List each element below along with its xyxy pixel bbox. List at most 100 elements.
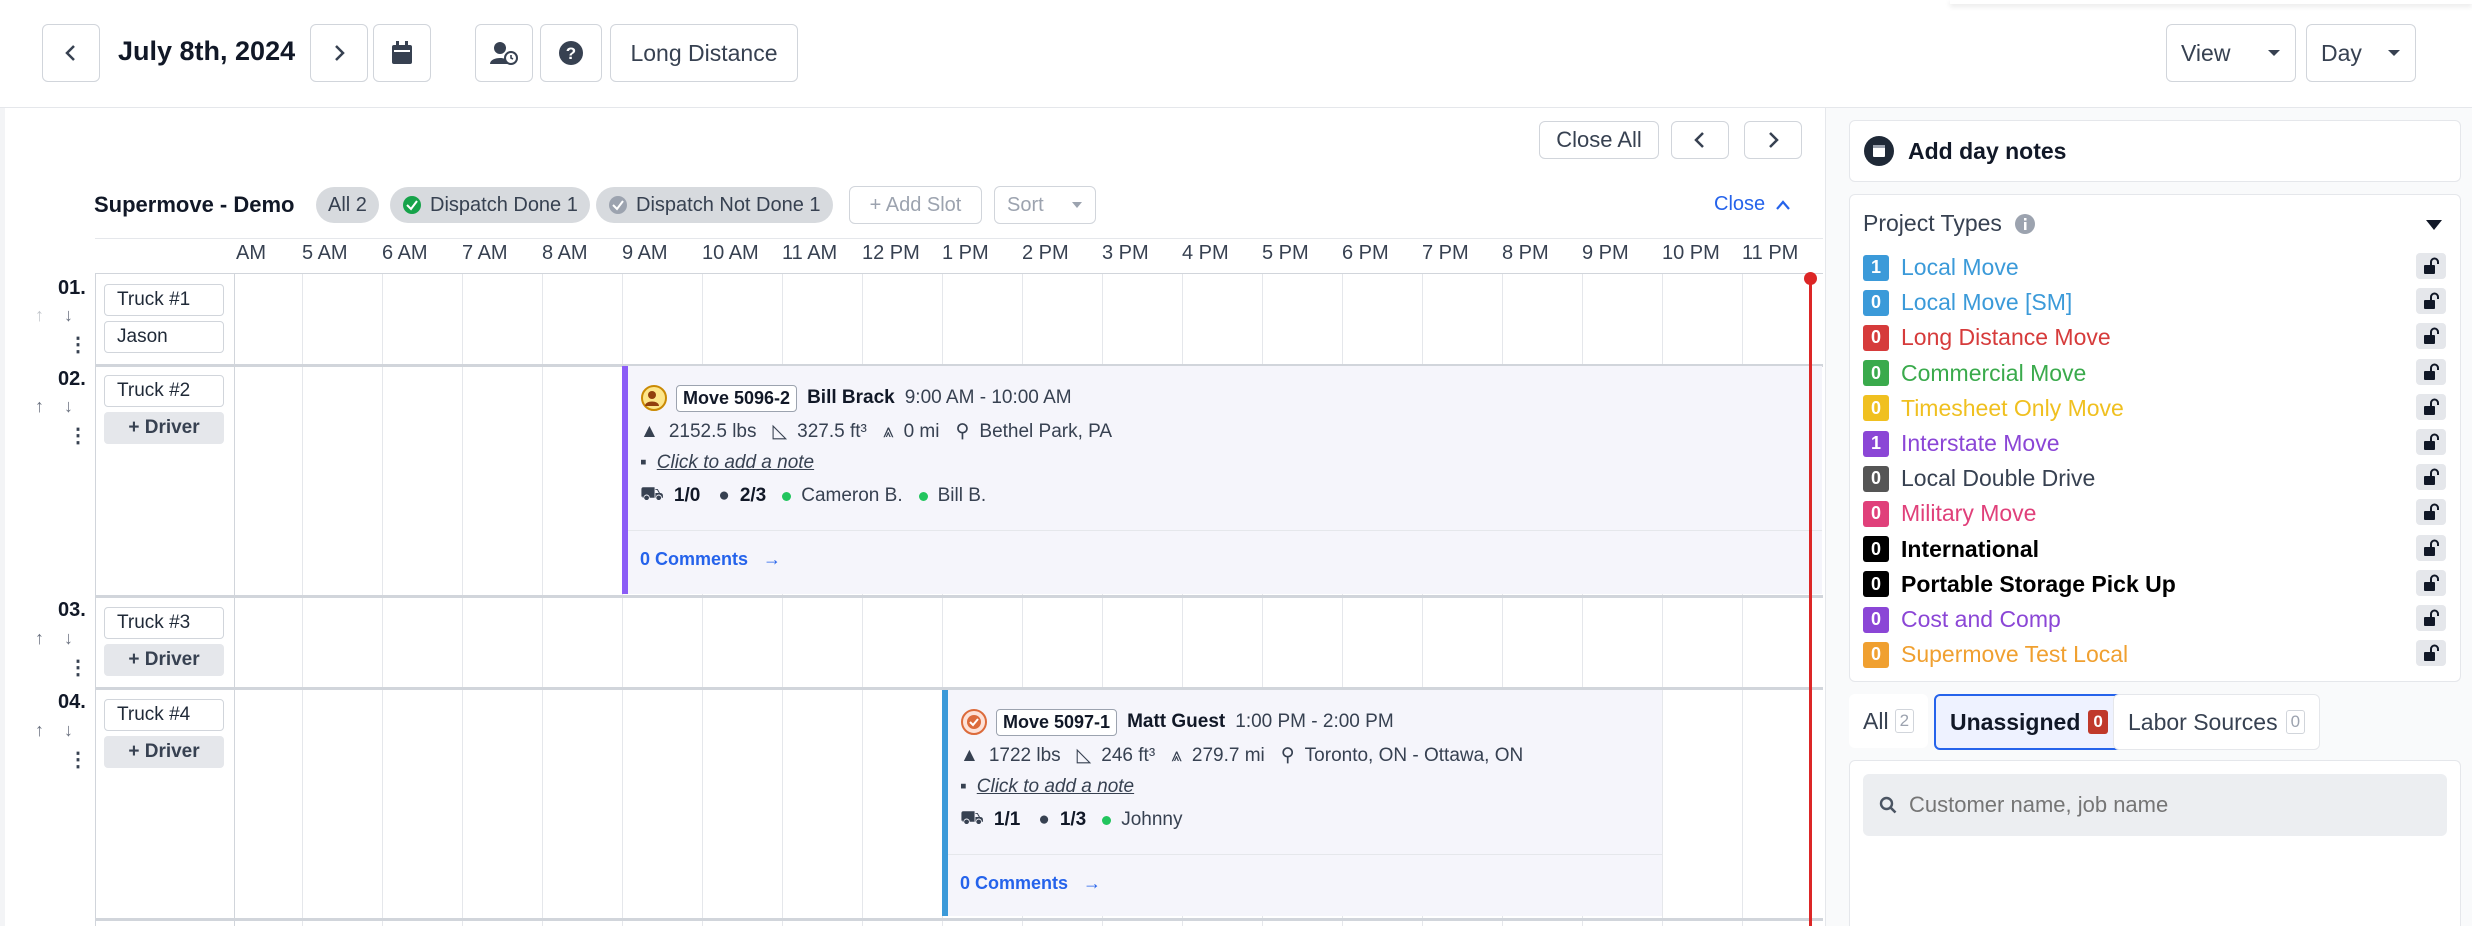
unlock-icon[interactable]: [2416, 464, 2446, 491]
more-options-icon[interactable]: ⋮: [68, 655, 88, 680]
project-type-count: 1: [1863, 254, 1889, 281]
project-type-item[interactable]: 0 Long Distance Move: [1863, 324, 2111, 351]
project-type-item[interactable]: 1 Interstate Move: [1863, 430, 2060, 457]
close-all-button[interactable]: Close All: [1539, 121, 1659, 159]
move-up-icon[interactable]: ↑: [35, 396, 44, 417]
move-badge: Move 5097-1: [996, 708, 1118, 736]
project-type-label: Cost and Comp: [1901, 606, 2061, 632]
truck-field[interactable]: Truck #2: [104, 375, 224, 407]
more-options-icon[interactable]: ⋮: [68, 332, 88, 357]
add-slot-button[interactable]: + Add Slot: [849, 186, 982, 224]
move-up-icon[interactable]: ↑: [35, 720, 44, 741]
truck-field[interactable]: Truck #1: [104, 284, 224, 316]
add-note-link[interactable]: Click to add a note: [657, 452, 814, 474]
project-type-label: Supermove Test Local: [1901, 641, 2129, 668]
move-down-icon[interactable]: ↓: [64, 396, 73, 417]
job-header: Move 5096-2 Bill Brack 9:00 AM - 10:00 A…: [640, 384, 1072, 412]
filter-dispatch-not-done[interactable]: Dispatch Not Done 1: [596, 187, 833, 223]
move-down-icon[interactable]: ↓: [64, 720, 73, 741]
unlock-icon[interactable]: [2416, 393, 2446, 420]
current-time-dot: [1804, 272, 1817, 285]
job-card[interactable]: Move 5096-2 Bill Brack 9:00 AM - 10:00 A…: [622, 366, 1822, 594]
project-type-item[interactable]: 0 Local Move [SM]: [1863, 289, 2072, 316]
truck-field[interactable]: Truck #3: [104, 607, 224, 639]
add-driver-button[interactable]: + Driver: [104, 412, 224, 444]
tab-all[interactable]: All 2: [1849, 694, 1929, 748]
check-badge-icon: [961, 709, 987, 735]
prev-day-button[interactable]: [42, 24, 100, 82]
search-field[interactable]: [1863, 774, 2447, 836]
unlock-icon[interactable]: [2416, 358, 2446, 385]
crew-member: Cameron B.: [801, 485, 903, 506]
comments-link[interactable]: 0 Comments →: [960, 873, 1101, 894]
project-type-item[interactable]: 0 Military Move: [1863, 500, 2036, 527]
job-time: 1:00 PM - 2:00 PM: [1235, 711, 1394, 732]
crew-settings-button[interactable]: [475, 24, 533, 82]
job-details: ▲ 1722 lbs ◺ 246 ft³ ⩓ 279.7 mi ⚲ Toront…: [960, 744, 1523, 767]
more-options-icon[interactable]: ⋮: [68, 747, 88, 772]
project-type-item[interactable]: 1 Local Move: [1863, 254, 2019, 281]
unlock-icon[interactable]: [2416, 605, 2446, 631]
filter-dispatch-done-label: Dispatch Done 1: [430, 193, 578, 216]
more-options-icon[interactable]: ⋮: [68, 423, 88, 448]
close-toggle[interactable]: Close: [1714, 193, 1791, 216]
unlock-icon[interactable]: [2416, 253, 2446, 279]
unlock-icon[interactable]: [2416, 640, 2446, 667]
project-type-item[interactable]: 0 International: [1863, 536, 2039, 563]
move-up-icon[interactable]: ↑: [35, 305, 44, 326]
view-select[interactable]: View: [2166, 24, 2296, 82]
project-type-count: 0: [1863, 536, 1889, 563]
calendar-button[interactable]: [373, 24, 431, 82]
filter-dispatch-done[interactable]: Dispatch Done 1: [390, 187, 590, 223]
unlock-icon[interactable]: [2416, 323, 2446, 350]
comments-link[interactable]: 0 Comments →: [640, 549, 781, 570]
unlock-icon[interactable]: [2416, 429, 2446, 455]
move-up-icon[interactable]: ↑: [35, 628, 44, 649]
project-type-label: Long Distance Move: [1901, 324, 2111, 351]
caret-down-icon[interactable]: [2424, 218, 2444, 232]
help-button[interactable]: ?: [540, 24, 602, 82]
schedule-title: Supermove - Demo: [94, 192, 295, 217]
search-input[interactable]: [1909, 792, 2409, 818]
project-type-item[interactable]: 0 Portable Storage Pick Up: [1863, 571, 2176, 598]
next-day-button[interactable]: [310, 24, 368, 82]
unlock-icon[interactable]: [2416, 499, 2446, 526]
project-type-item[interactable]: 0 Commercial Move: [1863, 360, 2086, 387]
hour-label: 6 PM: [1342, 242, 1389, 264]
job-card[interactable]: Move 5097-1 Matt Guest 1:00 PM - 2:00 PM…: [942, 690, 1662, 916]
row-number: 03.: [58, 599, 86, 621]
unlock-icon[interactable]: [2416, 534, 2446, 561]
caret-down-icon: [2388, 50, 2400, 56]
trucks-count: 1/1: [993, 809, 1021, 830]
day-select[interactable]: Day: [2306, 24, 2416, 82]
hour-label: 5 PM: [1262, 242, 1309, 264]
filter-all[interactable]: All 2: [316, 187, 379, 223]
project-type-count: 0: [1863, 641, 1889, 668]
grid-line: [382, 274, 383, 926]
project-type-item[interactable]: 0 Timesheet Only Move: [1863, 395, 2124, 422]
note-icon: ▪: [960, 776, 967, 797]
schedule-prev-button[interactable]: [1671, 121, 1729, 159]
tab-labor-sources[interactable]: Labor Sources 0: [2113, 694, 2321, 750]
add-note-link[interactable]: Click to add a note: [977, 776, 1134, 798]
add-driver-button[interactable]: + Driver: [104, 644, 224, 676]
unlock-icon[interactable]: [2416, 569, 2446, 596]
unlock-icon[interactable]: [2416, 288, 2446, 315]
schedule-next-button[interactable]: [1744, 121, 1802, 159]
truck-field[interactable]: Truck #4: [104, 699, 224, 731]
project-type-count: 0: [1863, 571, 1889, 598]
sort-select[interactable]: Sort: [994, 186, 1096, 224]
project-type-item[interactable]: 0 Cost and Comp: [1863, 606, 2061, 633]
add-day-notes-button[interactable]: Add day notes: [1849, 120, 2461, 182]
project-type-item[interactable]: 0 Supermove Test Local: [1863, 641, 2128, 668]
tab-unassigned[interactable]: Unassigned 0: [1934, 694, 2124, 750]
project-type-item[interactable]: 0 Local Double Drive: [1863, 465, 2095, 492]
add-driver-button[interactable]: + Driver: [104, 736, 224, 768]
row-number: 04.: [58, 691, 86, 713]
project-type-count: 0: [1863, 395, 1889, 422]
move-down-icon[interactable]: ↓: [64, 628, 73, 649]
move-down-icon[interactable]: ↓: [64, 305, 73, 326]
customer-name: Matt Guest: [1127, 711, 1226, 732]
driver-field[interactable]: Jason: [104, 321, 224, 353]
long-distance-button[interactable]: Long Distance: [610, 24, 798, 82]
